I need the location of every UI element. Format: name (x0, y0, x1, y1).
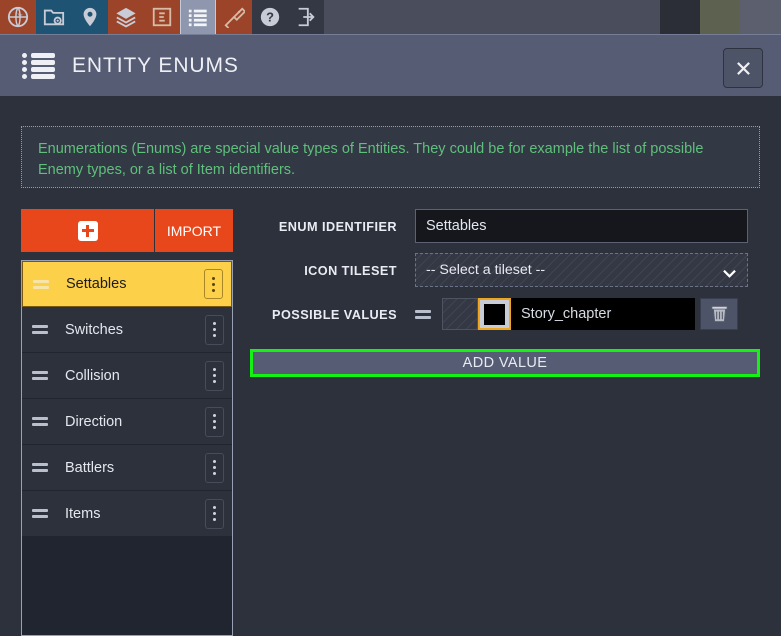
item-menu-button[interactable] (205, 498, 224, 529)
toolbar-button-location[interactable] (72, 0, 108, 34)
value-name-input[interactable] (511, 298, 695, 330)
enum-sidebar: IMPORT Settables Switches Collision Dire… (21, 209, 233, 636)
toolbar-right-olive (700, 0, 740, 34)
info-text: Enumerations (Enums) are special value t… (38, 141, 704, 178)
add-value-button[interactable]: ADD VALUE (250, 349, 760, 377)
value-icon-placeholder[interactable] (442, 298, 478, 330)
value-entry-row (415, 297, 738, 331)
drag-handle-icon[interactable] (33, 278, 49, 290)
value-color-swatch[interactable] (478, 298, 511, 330)
globe-icon (7, 6, 29, 28)
list-item-label: Battlers (65, 459, 115, 476)
drag-handle-icon[interactable] (415, 308, 431, 320)
enum-identifier-input[interactable] (415, 209, 748, 243)
drag-handle-icon[interactable] (32, 508, 48, 520)
toolbar-spacer (324, 0, 660, 34)
list-item-label: Collision (65, 367, 120, 384)
plus-icon (77, 220, 98, 241)
toolbar-button-layers[interactable] (108, 0, 144, 34)
list-item-label: Direction (65, 413, 123, 430)
toolbar-button-enums[interactable] (180, 0, 216, 34)
drag-handle-icon[interactable] (32, 370, 48, 382)
toolbar-button-help[interactable]: ? (252, 0, 288, 34)
sidebar-item-battlers[interactable]: Battlers (22, 445, 232, 491)
list-item-label: Switches (65, 321, 124, 338)
enum-list: Settables Switches Collision Direction B… (21, 260, 233, 636)
dialog-header: ENTITY ENUMS (0, 34, 781, 96)
layers-icon (116, 7, 136, 28)
possible-values-label: POSSIBLE VALUES (272, 308, 397, 322)
add-enum-button[interactable] (21, 209, 155, 252)
item-menu-button[interactable] (205, 452, 224, 483)
info-box: Enumerations (Enums) are special value t… (21, 126, 760, 188)
toolbar-right-dark (660, 0, 700, 34)
toolbar-button-project[interactable] (36, 0, 72, 34)
list-icon (188, 9, 207, 27)
sidebar-toolbar: IMPORT (21, 209, 233, 252)
enums-list-icon (22, 50, 58, 82)
drag-handle-icon[interactable] (32, 324, 48, 336)
item-menu-button[interactable] (204, 269, 223, 299)
icon-tileset-value: -- Select a tileset -- (426, 262, 546, 278)
sidebar-item-items[interactable]: Items (22, 491, 232, 537)
toolbar-right-gray (740, 0, 781, 34)
folder-gear-icon (43, 9, 65, 26)
list-item-label: Settables (66, 276, 127, 292)
enum-form: ENUM IDENTIFIER ICON TILESET -- Select a… (250, 209, 760, 377)
top-toolbar: ? (0, 0, 781, 34)
dialog-body: Enumerations (Enums) are special value t… (0, 96, 781, 636)
import-button[interactable]: IMPORT (155, 209, 233, 252)
map-pin-icon (83, 7, 97, 27)
paintbrush-icon (224, 7, 245, 28)
sidebar-item-collision[interactable]: Collision (22, 353, 232, 399)
item-menu-button[interactable] (205, 360, 224, 391)
sidebar-item-switches[interactable]: Switches (22, 307, 232, 353)
item-menu-button[interactable] (205, 406, 224, 437)
exit-icon (298, 7, 315, 27)
drag-handle-icon[interactable] (32, 462, 48, 474)
value-color-preview (484, 303, 505, 325)
icon-tileset-label: ICON TILESET (304, 264, 397, 278)
toolbar-button-globe[interactable] (0, 0, 36, 34)
icon-tileset-select[interactable]: -- Select a tileset -- (415, 253, 748, 287)
page-title: ENTITY ENUMS (72, 53, 239, 77)
enum-identifier-row: ENUM IDENTIFIER (250, 209, 760, 243)
close-button[interactable] (723, 48, 763, 88)
toolbar-button-entity[interactable] (144, 0, 180, 34)
enum-identifier-label: ENUM IDENTIFIER (278, 220, 397, 234)
chevron-down-icon (723, 265, 736, 283)
delete-value-button[interactable] (700, 298, 738, 330)
help-icon: ? (260, 7, 280, 27)
svg-text:?: ? (266, 10, 274, 25)
item-menu-button[interactable] (205, 314, 224, 345)
icon-tileset-row: ICON TILESET -- Select a tileset -- (250, 253, 760, 287)
list-item-label: Items (65, 505, 101, 522)
toolbar-button-paint[interactable] (216, 0, 252, 34)
possible-values-row: POSSIBLE VALUES (250, 297, 760, 331)
close-icon (736, 61, 750, 75)
trash-icon (711, 306, 727, 323)
sidebar-item-direction[interactable]: Direction (22, 399, 232, 445)
toolbar-button-exit[interactable] (288, 0, 324, 34)
drag-handle-icon[interactable] (32, 416, 48, 428)
sidebar-item-settables[interactable]: Settables (22, 261, 232, 307)
entity-icon (152, 7, 172, 27)
